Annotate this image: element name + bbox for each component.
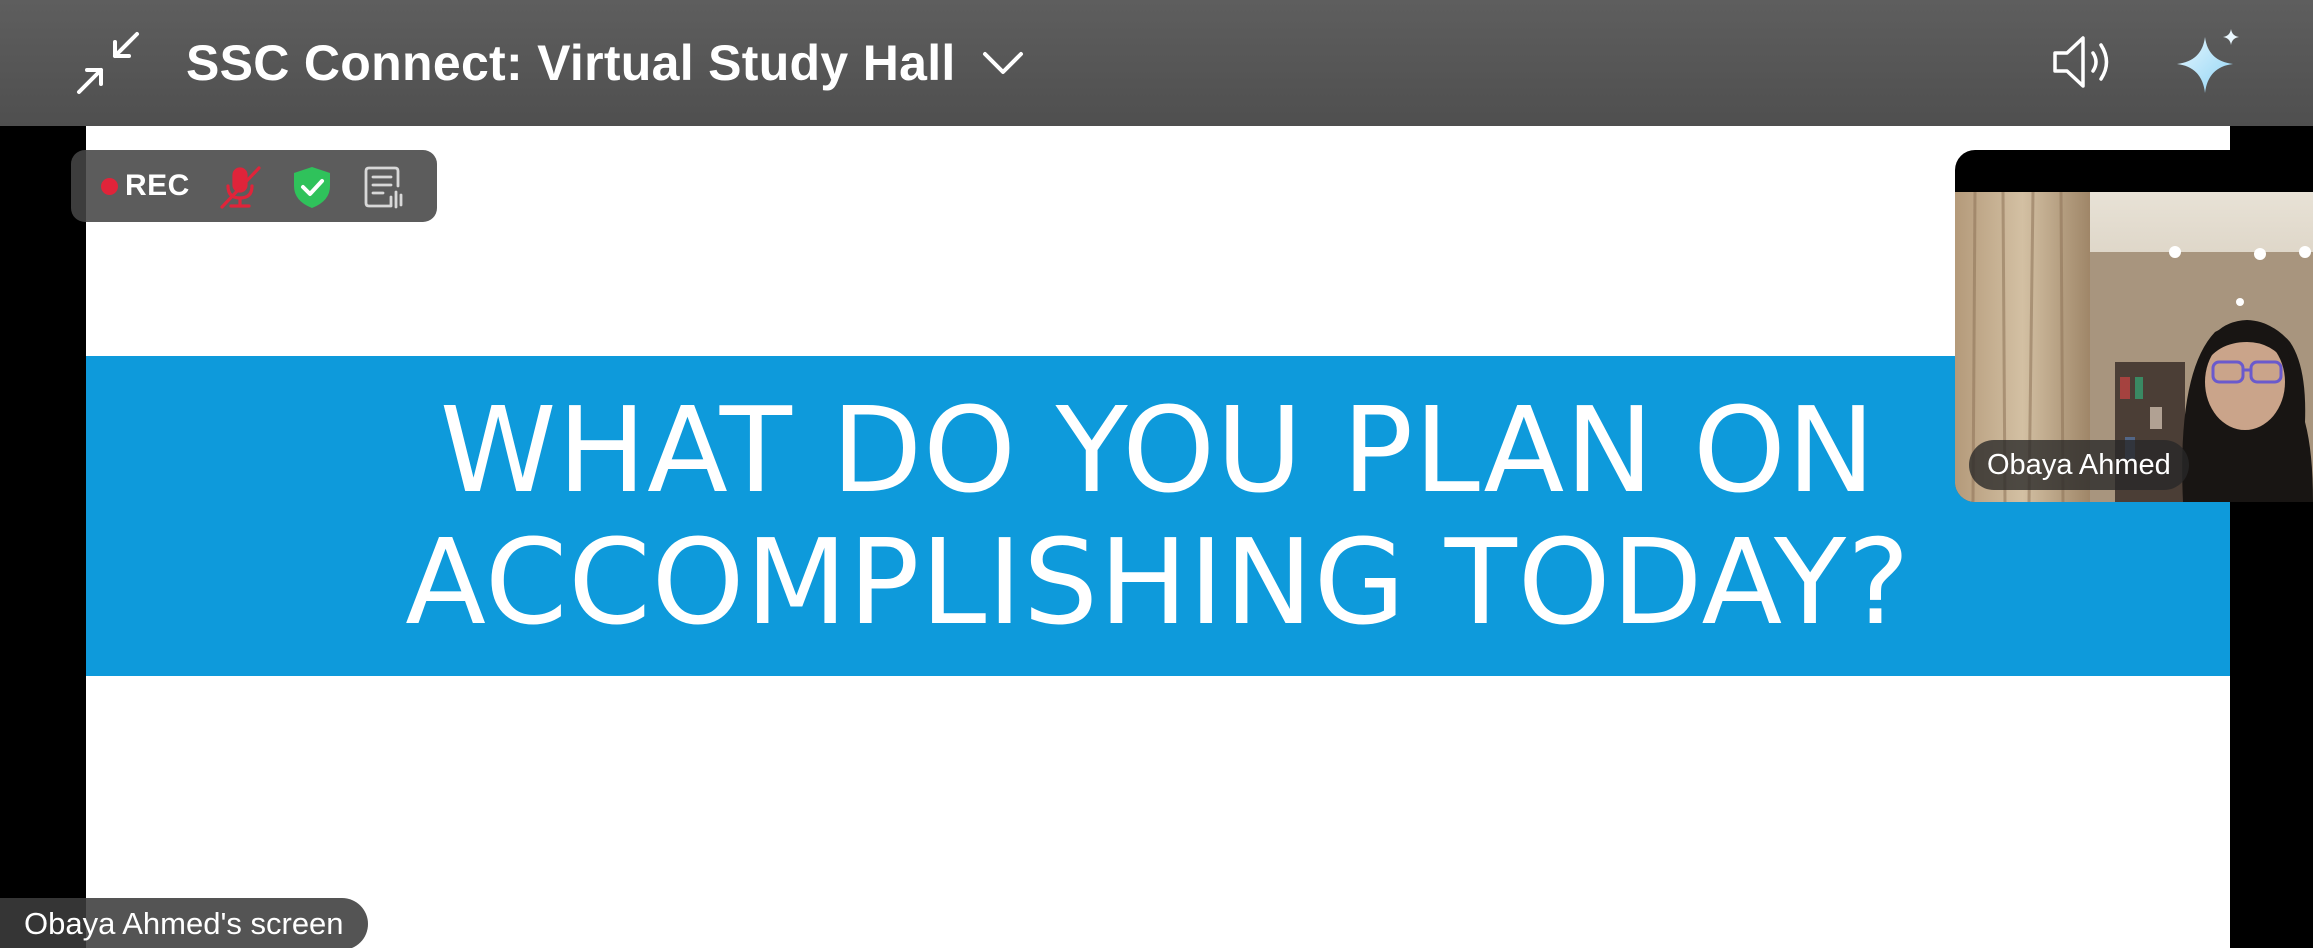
record-dot-icon	[101, 177, 118, 195]
screen-share-owner-label: Obaya Ahmed's screen	[0, 898, 368, 948]
exit-fullscreen-icon	[77, 32, 139, 94]
slide-banner: WHAT DO YOU PLAN ON ACCOMPLISHING TODAY?	[86, 356, 2230, 676]
meeting-title: SSC Connect: Virtual Study Hall	[186, 35, 956, 91]
meeting-toolbar: SSC Connect: Virtual Study Hall	[0, 0, 2313, 126]
slide-heading-line-2: ACCOMPLISHING TODAY?	[405, 513, 1911, 651]
ai-assistant-button[interactable]	[2168, 20, 2252, 104]
transcript-icon[interactable]	[361, 164, 407, 210]
slide-heading: WHAT DO YOU PLAN ON ACCOMPLISHING TODAY?	[308, 384, 2008, 648]
recording-label: REC	[125, 169, 190, 202]
participant-name-label: Obaya Ahmed	[1969, 440, 2189, 490]
speaker-icon	[2053, 36, 2109, 88]
exit-fullscreen-button[interactable]	[70, 25, 146, 101]
microphone-muted-icon[interactable]	[217, 164, 263, 210]
speaker-button[interactable]	[2040, 20, 2124, 104]
chevron-down-icon	[982, 52, 1023, 74]
presentation-slide: WHAT DO YOU PLAN ON ACCOMPLISHING TODAY?	[86, 126, 2230, 948]
shield-check-icon[interactable]	[289, 164, 335, 210]
slide-heading-line-1: WHAT DO YOU PLAN ON	[439, 381, 1877, 519]
meeting-status-pill[interactable]: REC	[71, 150, 437, 222]
participant-video-tile[interactable]: Obaya Ahmed	[1955, 150, 2313, 502]
sparkle-icon	[2177, 29, 2239, 93]
meeting-title-dropdown[interactable]: SSC Connect: Virtual Study Hall	[186, 28, 1024, 98]
